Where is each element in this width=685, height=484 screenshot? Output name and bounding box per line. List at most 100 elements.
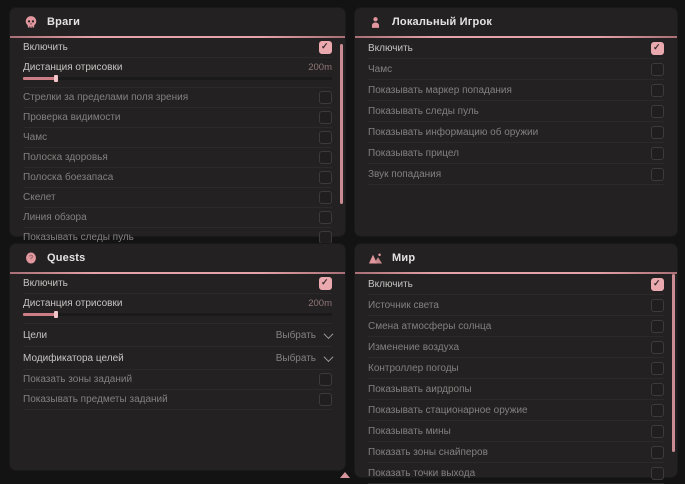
panel-enemies: Враги Включить Дистанция отрисовки 200m … [10, 8, 345, 236]
checkbox[interactable] [651, 320, 664, 333]
toggle-row[interactable]: Показывать предметы заданий [23, 390, 332, 410]
toggle-row[interactable]: Показать точки выхода [368, 463, 664, 484]
slider-row-render-distance[interactable]: Дистанция отрисовки 200m [23, 294, 332, 324]
toggle-label: Чамс [368, 64, 392, 75]
checkbox[interactable] [651, 446, 664, 459]
toggle-row[interactable]: Проверка видимости [23, 108, 332, 128]
checkbox[interactable] [319, 277, 332, 290]
toggle-row-enable[interactable]: Включить [23, 274, 332, 294]
checkbox[interactable] [651, 42, 664, 55]
checkbox[interactable] [651, 425, 664, 438]
dropdown-row-target-modifiers[interactable]: Модификатора целей Выбрать [23, 347, 332, 370]
toggle-row[interactable]: Показать зоны снайперов [368, 442, 664, 463]
scrollbar[interactable] [340, 44, 343, 204]
slider-track[interactable] [23, 77, 332, 80]
checkbox[interactable] [319, 373, 332, 386]
dropdown-value[interactable]: Выбрать [276, 330, 316, 341]
toggle-row[interactable]: Изменение воздуха [368, 337, 664, 358]
toggle-row[interactable]: Контроллер погоды [368, 358, 664, 379]
toggle-label: Полоска здоровья [23, 152, 108, 163]
checkbox[interactable] [651, 404, 664, 417]
scroll-up-triangle-icon[interactable] [340, 472, 350, 478]
checkbox[interactable] [651, 84, 664, 97]
mountains-icon [368, 251, 383, 266]
panel-quests-header[interactable]: Quests [10, 244, 345, 272]
slider-handle[interactable] [54, 311, 58, 318]
toggle-row[interactable]: Скелет [23, 188, 332, 208]
checkbox[interactable] [319, 91, 332, 104]
dropdown-label: Цели [23, 330, 47, 341]
toggle-row[interactable]: Показывать мины [368, 421, 664, 442]
panel-title: Враги [47, 16, 80, 28]
toggle-row[interactable]: Чамс [23, 128, 332, 148]
checkbox[interactable] [319, 393, 332, 406]
checkbox[interactable] [651, 278, 664, 291]
checkbox[interactable] [651, 63, 664, 76]
checkbox[interactable] [319, 171, 332, 184]
checkbox[interactable] [319, 111, 332, 124]
toggle-row[interactable]: Показывать информацию об оружии [368, 122, 664, 143]
toggle-label: Показывать следы пуль [23, 232, 134, 243]
slider-handle[interactable] [54, 75, 58, 82]
checkbox[interactable] [651, 341, 664, 354]
toggle-row-enable[interactable]: Включить [368, 274, 664, 295]
checkbox[interactable] [319, 191, 332, 204]
toggle-row[interactable]: Чамс [368, 59, 664, 80]
dropdown-label: Модификатора целей [23, 353, 124, 364]
toggle-label: Изменение воздуха [368, 342, 459, 353]
toggle-row[interactable]: Показать зоны заданий [23, 370, 332, 390]
toggle-label: Показывать следы пуль [368, 106, 479, 117]
toggle-row[interactable]: Показывать следы пуль [368, 101, 664, 122]
panel-world-header[interactable]: Мир [355, 244, 677, 272]
checkbox[interactable] [319, 211, 332, 224]
slider-track[interactable] [23, 313, 332, 316]
toggle-label: Показывать предметы заданий [23, 394, 168, 405]
toggle-label: Включить [368, 43, 413, 54]
slider-row-render-distance[interactable]: Дистанция отрисовки 200m [23, 58, 332, 88]
toggle-row-enable[interactable]: Включить [368, 38, 664, 59]
checkbox[interactable] [651, 467, 664, 480]
panel-enemies-header[interactable]: Враги [10, 8, 345, 36]
toggle-row-enable[interactable]: Включить [23, 38, 332, 58]
toggle-label: Стрелки за пределами поля зрения [23, 92, 188, 103]
checkbox[interactable] [319, 131, 332, 144]
toggle-label: Показать зоны заданий [23, 374, 132, 385]
checkbox[interactable] [319, 41, 332, 54]
toggle-row[interactable]: Показывать аирдропы [368, 379, 664, 400]
dropdown-value[interactable]: Выбрать [276, 353, 316, 364]
checkbox[interactable] [651, 168, 664, 181]
checkbox[interactable] [651, 299, 664, 312]
toggle-label: Показывать маркер попадания [368, 85, 512, 96]
toggle-row[interactable]: Полоска боезапаса [23, 168, 332, 188]
toggle-row[interactable]: Показывать стационарное оружие [368, 400, 664, 421]
dropdown-row-targets[interactable]: Цели Выбрать [23, 324, 332, 347]
scrollbar[interactable] [672, 274, 675, 452]
panel-local-player-header[interactable]: Локальный Игрок [355, 8, 677, 36]
toggle-label: Показать зоны снайперов [368, 447, 488, 458]
panel-quests: Quests Включить Дистанция отрисовки 200m… [10, 244, 345, 470]
checkbox[interactable] [651, 126, 664, 139]
toggle-row[interactable]: Стрелки за пределами поля зрения [23, 88, 332, 108]
checkbox[interactable] [651, 105, 664, 118]
toggle-row[interactable]: Полоска здоровья [23, 148, 332, 168]
panel-world: Мир Включить Источник света Смена атмосф… [355, 244, 677, 477]
toggle-row[interactable]: Источник света [368, 295, 664, 316]
slider-fill [23, 313, 57, 316]
checkbox[interactable] [651, 383, 664, 396]
checkbox[interactable] [319, 151, 332, 164]
toggle-row[interactable]: Показывать маркер попадания [368, 80, 664, 101]
toggle-row[interactable]: Линия обзора [23, 208, 332, 228]
toggle-row[interactable]: Показывать прицел [368, 143, 664, 164]
toggle-row[interactable]: Звук попадания [368, 164, 664, 185]
toggle-label: Чамс [23, 132, 47, 143]
checkbox[interactable] [651, 147, 664, 160]
panel-title: Мир [392, 252, 415, 264]
chevron-down-icon[interactable] [324, 329, 334, 339]
toggle-label: Звук попадания [368, 169, 441, 180]
toggle-label: Показывать информацию об оружии [368, 127, 538, 138]
checkbox[interactable] [651, 362, 664, 375]
slider-value: 200m [308, 298, 332, 309]
chevron-down-icon[interactable] [324, 352, 334, 362]
checkbox[interactable] [319, 231, 332, 244]
toggle-row[interactable]: Смена атмосферы солнца [368, 316, 664, 337]
